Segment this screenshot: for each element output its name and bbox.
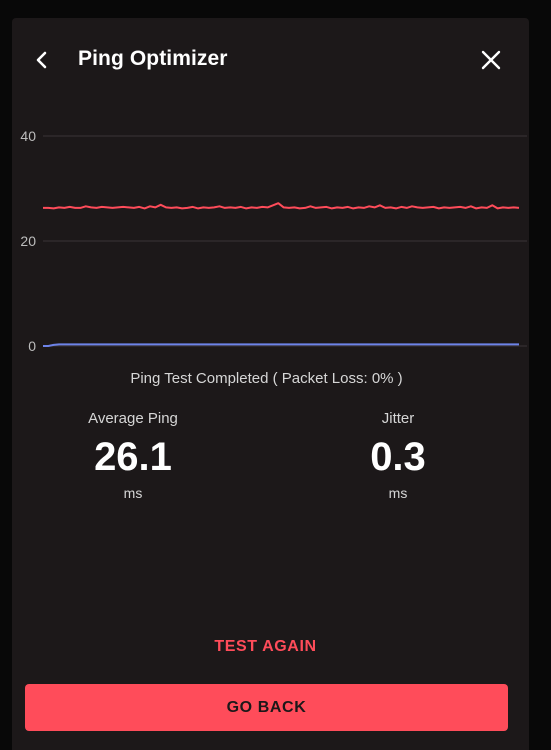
average-ping-unit: ms: [123, 485, 143, 501]
ping-chart: 0 20 40: [12, 118, 529, 363]
average-ping-label: Average Ping: [88, 410, 178, 427]
jitter-value: 0.3: [370, 435, 426, 479]
test-status-text: Ping Test Completed ( Packet Loss: 0% ): [130, 370, 403, 387]
ping-optimizer-dialog: Ping Optimizer 0 20 40 Ping Test Completed…: [12, 18, 529, 750]
close-button[interactable]: [478, 47, 504, 73]
y-tick-label-40: 40: [20, 128, 36, 144]
test-again-button[interactable]: TEST AGAIN: [12, 638, 519, 656]
y-tick-label-20: 20: [20, 233, 36, 249]
page-title: Ping Optimizer: [78, 47, 228, 70]
ping-series-line: [43, 202, 520, 210]
back-button[interactable]: [29, 47, 55, 73]
dialog-header: Ping Optimizer: [12, 18, 529, 102]
jitter-label: Jitter: [381, 410, 415, 427]
average-ping-value: 26.1: [94, 435, 172, 479]
jitter-unit: ms: [388, 485, 408, 501]
ping-chart-svg: 0 20 40: [20, 128, 527, 354]
go-back-button[interactable]: GO BACK: [25, 684, 508, 731]
jitter-stat: Jitter 0.3 ms: [298, 408, 498, 502]
average-ping-stat: Average Ping 26.1 ms: [33, 408, 233, 502]
y-tick-label-0: 0: [28, 338, 36, 354]
chevron-left-icon: [36, 51, 47, 69]
close-icon: [481, 50, 501, 70]
